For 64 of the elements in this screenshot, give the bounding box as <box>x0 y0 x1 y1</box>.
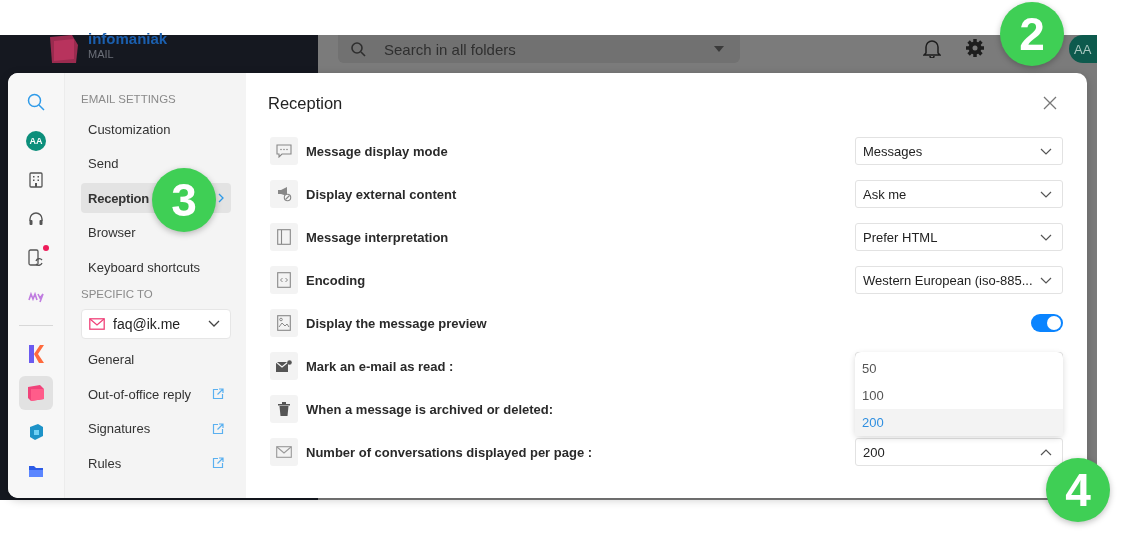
user-avatar: AA <box>26 131 46 151</box>
dropdown-option[interactable]: 100 <box>855 382 1063 409</box>
code-icon <box>270 266 298 294</box>
megaphone-icon <box>270 180 298 208</box>
nav-item[interactable]: Keyboard shortcuts <box>81 252 231 282</box>
cube-icon <box>28 424 44 440</box>
setting-label: Display the message preview <box>306 315 488 331</box>
toggle-switch[interactable] <box>1031 314 1063 332</box>
section-heading: EMAIL SETTINGS <box>81 93 177 107</box>
section-heading: SPECIFIC TO <box>81 287 154 302</box>
logo-icon <box>28 345 44 363</box>
setting-label: Display external content <box>306 186 458 202</box>
chevron-down-icon <box>1040 276 1052 284</box>
trash-icon <box>270 395 298 423</box>
select-field[interactable]: Western European (iso-885... <box>855 266 1063 294</box>
nav-item[interactable]: Customization <box>81 114 231 144</box>
nav-item[interactable]: General <box>81 344 231 375</box>
building-icon <box>29 172 43 188</box>
user-avatar[interactable]: AA <box>1069 35 1097 63</box>
cube-icon <box>27 385 45 401</box>
select-field[interactable]: Messages <box>855 137 1063 165</box>
caret-icon <box>714 46 724 52</box>
account-select[interactable]: faq@ik.me <box>81 308 231 339</box>
step-number-badge: 4 <box>1046 458 1110 522</box>
logo-icon <box>28 291 44 303</box>
dialog-title: Reception <box>268 93 343 113</box>
select-field[interactable]: Prefer HTML <box>855 223 1063 251</box>
nav-item[interactable]: Signatures <box>81 413 231 444</box>
search-icon <box>350 41 366 57</box>
setting-label: When a message is archived or deleted: <box>306 401 555 417</box>
chevron-down-icon <box>1040 147 1052 155</box>
phone-sync-icon <box>27 249 45 267</box>
nav-item[interactable]: Out-of-office reply <box>81 379 231 409</box>
chevron-down-icon <box>1040 190 1052 198</box>
search-icon <box>27 93 45 111</box>
sidebar-layout-icon <box>270 223 298 251</box>
chat-icon <box>270 137 298 165</box>
chevron-down-icon <box>208 320 220 327</box>
select-field[interactable]: Ask me <box>855 180 1063 208</box>
headset-icon <box>28 211 44 227</box>
app-logo-icon <box>48 35 80 63</box>
envelope-icon <box>270 352 298 380</box>
chevron-down-icon <box>1040 233 1052 241</box>
brand-name: infomaniak <box>88 31 168 47</box>
image-icon <box>270 309 298 337</box>
bell-icon[interactable] <box>923 38 941 58</box>
chevron-right-icon <box>218 193 224 203</box>
close-icon[interactable] <box>1043 96 1057 110</box>
chevron-up-icon <box>1040 448 1052 456</box>
search-field[interactable]: Search in all folders <box>338 35 740 63</box>
product-name: MAIL <box>88 47 115 61</box>
rail-item[interactable] <box>19 376 53 410</box>
setting-label: Message display mode <box>306 143 449 159</box>
setting-label: Number of conversations displayed per page : <box>306 444 594 460</box>
envelope-icon <box>270 438 298 466</box>
setting-label: Message interpretation <box>306 229 450 245</box>
setting-label: Encoding <box>306 272 367 288</box>
settings-icon[interactable] <box>965 38 985 58</box>
setting-label: Mark an e-mail as read : <box>306 358 455 374</box>
envelope-icon <box>89 317 105 330</box>
rail-item[interactable]: AA <box>19 124 53 158</box>
nav-item[interactable]: Rules <box>81 448 231 478</box>
folder-icon <box>28 464 44 478</box>
step-number-badge: 2 <box>1000 2 1064 66</box>
